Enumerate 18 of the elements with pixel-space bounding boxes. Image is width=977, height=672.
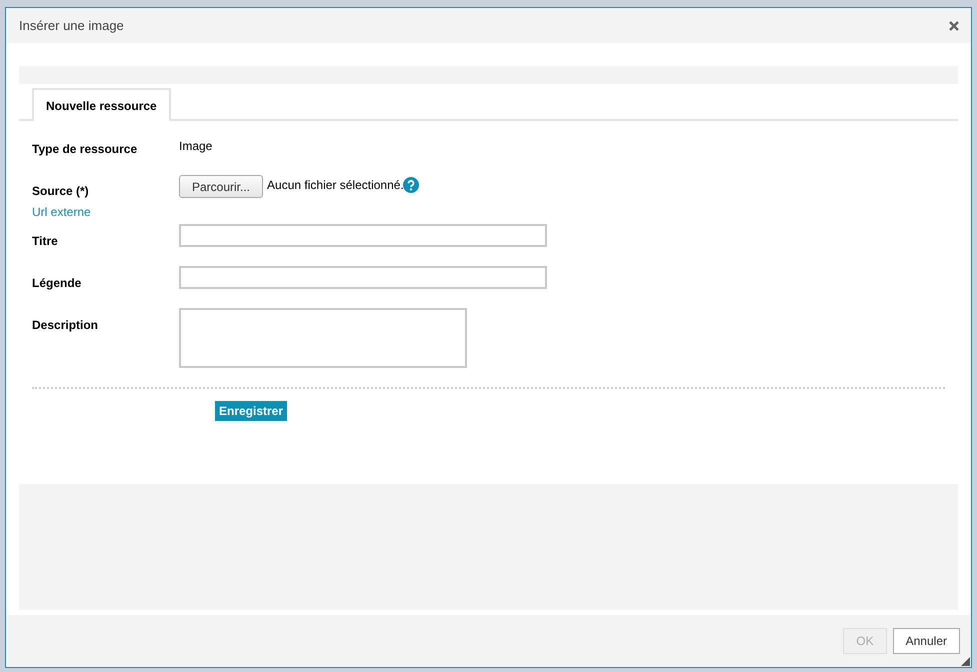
tab[interactable]: Nouvelle ressource: [32, 88, 171, 121]
text-input[interactable]: [179, 224, 547, 247]
dialog-title: Insérer une image: [19, 18, 124, 33]
dialog-button[interactable]: Annuler: [892, 628, 960, 654]
field-value: Image: [179, 139, 212, 153]
file-status: Aucun fichier sélectionné.: [267, 178, 404, 192]
field-label: Titre: [32, 234, 59, 248]
save-button[interactable]: Enregistrer: [215, 401, 288, 421]
resize-grip-icon[interactable]: [961, 657, 970, 666]
external-url-link[interactable]: Url externe: [32, 205, 91, 219]
browse-button[interactable]: Parcourir...: [179, 175, 264, 198]
field-label: Source (*): [32, 184, 90, 198]
help-icon[interactable]: [402, 177, 419, 193]
text-input[interactable]: [179, 266, 547, 289]
field-label: Description: [32, 318, 100, 332]
field-label: Type de ressource: [32, 142, 138, 156]
close-icon[interactable]: [949, 20, 959, 30]
field-label: Légende: [32, 276, 82, 290]
